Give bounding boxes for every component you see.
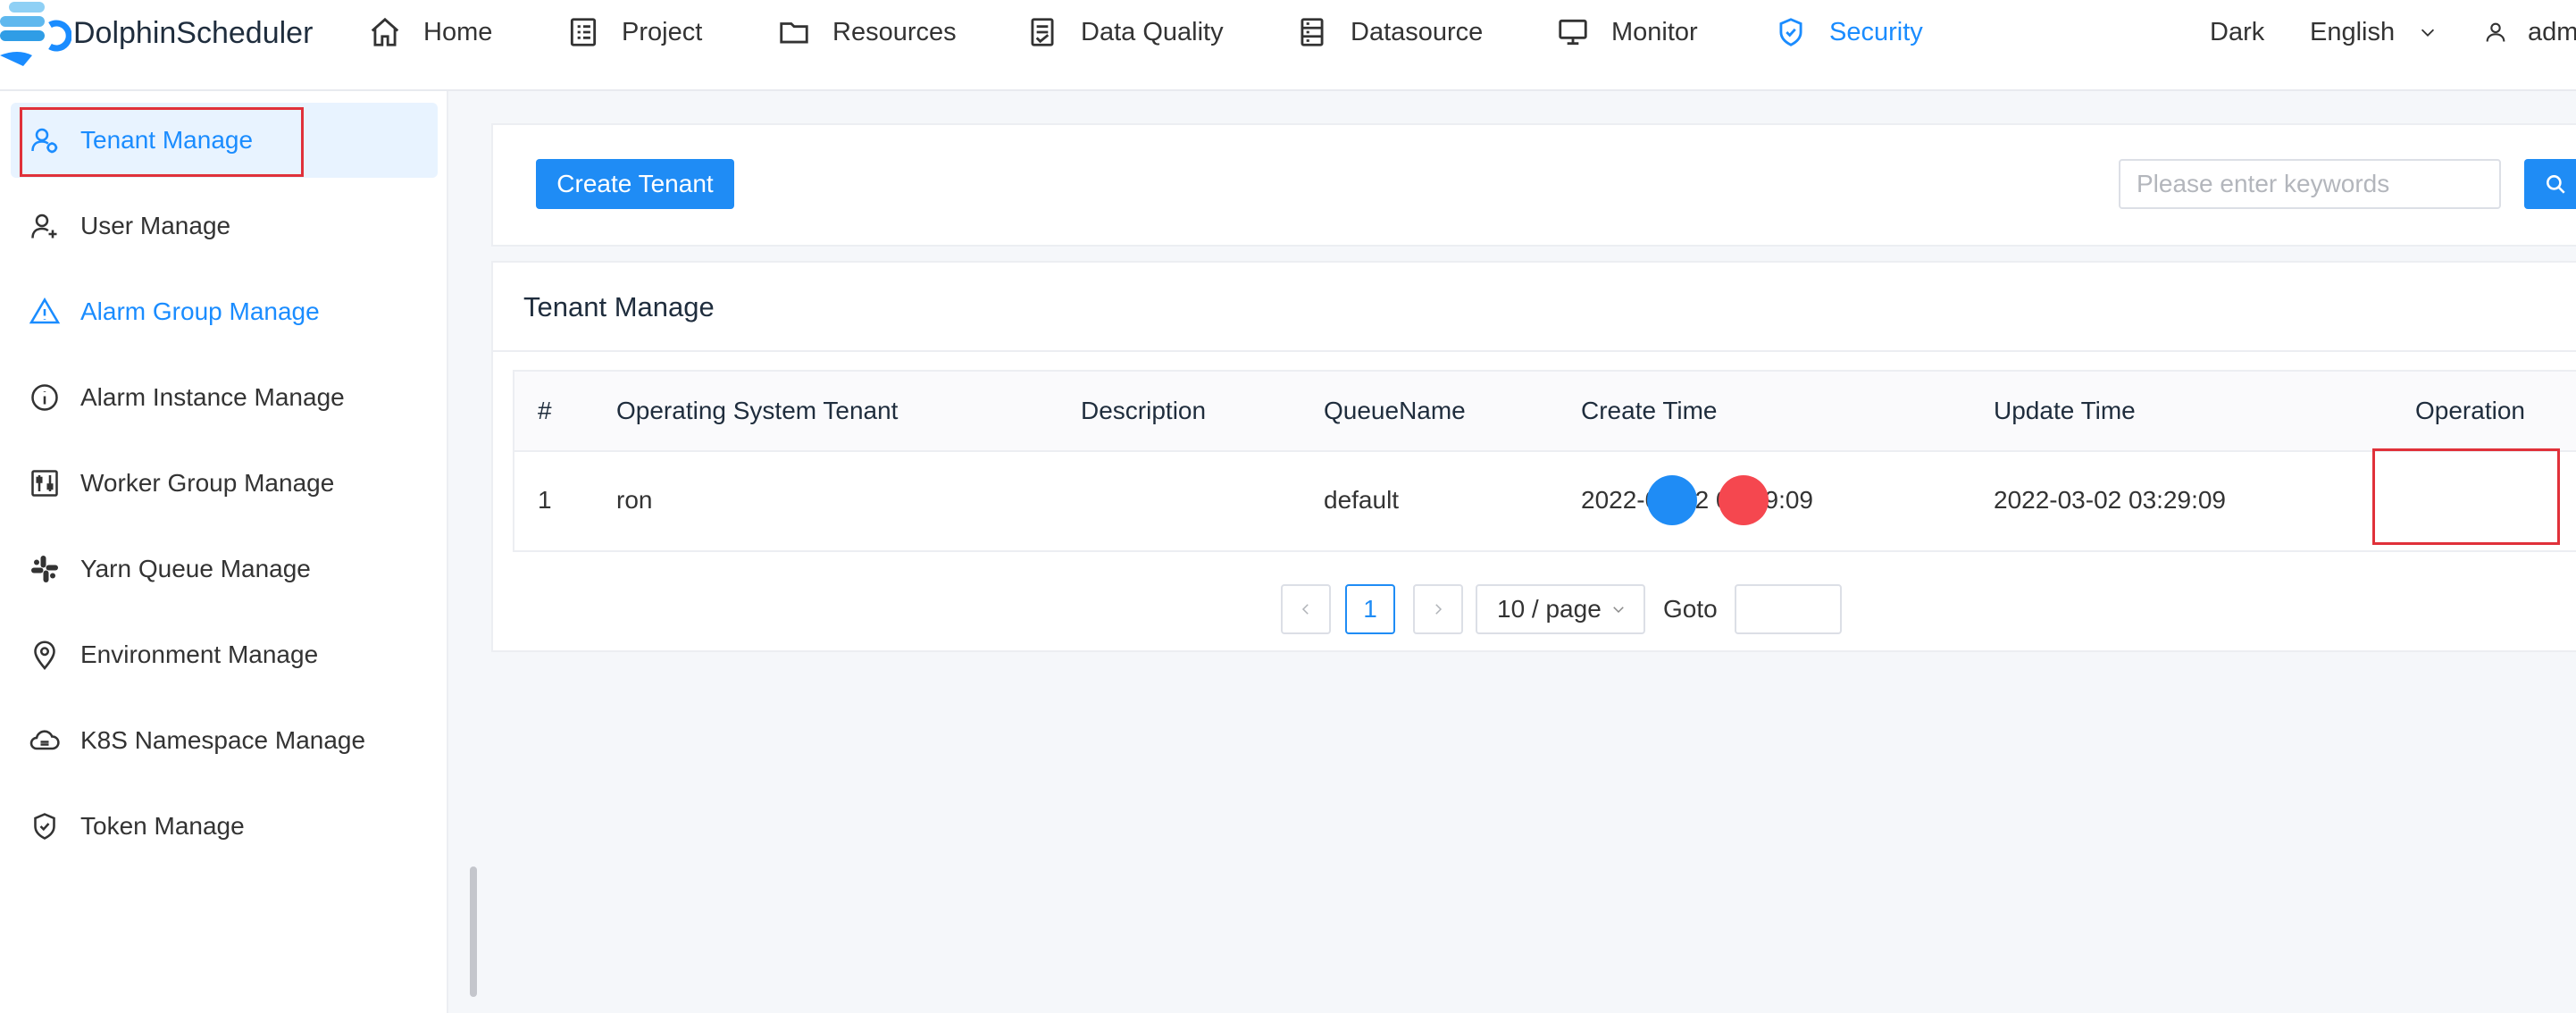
app-logo[interactable]: DolphinScheduler <box>0 0 313 71</box>
sidebar-item-worker-group-manage[interactable]: Worker Group Manage <box>11 446 438 521</box>
cell-index: 1 <box>538 486 552 514</box>
highlight-box-operation <box>2372 448 2560 545</box>
chevron-left-icon <box>1301 604 1309 615</box>
column-header-update-time: Update Time <box>1994 397 2136 424</box>
create-tenant-button[interactable]: Create Tenant <box>536 159 734 209</box>
chevron-down-icon <box>1613 607 1624 614</box>
nav-security[interactable]: Security <box>1774 13 1923 52</box>
cell-tenant: ron <box>616 486 653 514</box>
nav-resources[interactable]: Resources <box>777 13 957 52</box>
sidebar-item-environment-manage[interactable]: Environment Manage <box>11 617 438 692</box>
home-icon <box>371 17 399 46</box>
sidebar-item-label: Yarn Queue Manage <box>80 555 311 582</box>
sidebar-item-label: User Manage <box>80 212 231 239</box>
sidebar-item-token-manage[interactable]: Token Manage <box>11 789 438 864</box>
goto-page-input[interactable] <box>1735 584 1842 634</box>
column-header-tenant: Operating System Tenant <box>616 397 899 424</box>
info-icon <box>31 384 58 411</box>
sidebar-item-k8s-namespace-manage[interactable]: K8S Namespace Manage <box>11 703 438 778</box>
nav-data-quality-label: Data Quality <box>1081 17 1224 46</box>
sidebar-item-yarn-queue-manage[interactable]: Yarn Queue Manage <box>11 532 438 607</box>
folder-icon <box>780 22 808 44</box>
user-menu[interactable]: adm <box>2483 13 2576 52</box>
edit-button[interactable] <box>1647 475 1697 525</box>
page-1-button[interactable]: 1 <box>1345 584 1395 634</box>
shield-icon <box>1779 18 1802 46</box>
theme-label: Dark <box>2210 17 2265 46</box>
toolbar-card: Create Tenant <box>491 123 2576 247</box>
search-icon <box>2547 175 2565 194</box>
page-size-label: 10 / page <box>1497 595 1602 623</box>
user-add-icon <box>31 213 57 239</box>
column-header-operation: Operation <box>2415 397 2525 424</box>
sliders-icon <box>31 470 58 497</box>
sidebar-item-label: Alarm Instance Manage <box>80 383 345 411</box>
nav-data-quality[interactable]: Data Quality <box>1025 13 1224 52</box>
sidebar-item-tenant-manage[interactable]: Tenant Manage <box>11 103 438 178</box>
sidebar-item-label: Token Manage <box>80 812 245 840</box>
data-quality-icon <box>1031 18 1054 46</box>
nav-home-label: Home <box>423 17 493 46</box>
column-header-queue: QueueName <box>1324 397 1466 424</box>
card-title: Tenant Manage <box>523 291 715 322</box>
nav-project-label: Project <box>622 17 703 46</box>
monitor-icon <box>1559 19 1587 46</box>
sidebar-item-label: Alarm Group Manage <box>80 297 320 325</box>
column-header-create-time: Create Time <box>1581 397 1718 424</box>
nav-datasource[interactable]: Datasource <box>1295 13 1483 52</box>
nav-resources-label: Resources <box>832 17 957 46</box>
dolphin-logo-icon <box>0 2 71 66</box>
page-size-select[interactable]: 10 / page <box>1476 584 1645 634</box>
chevron-down-icon <box>2421 29 2435 37</box>
language-select[interactable]: English <box>2310 13 2438 52</box>
prev-page-button[interactable] <box>1281 584 1331 634</box>
tenant-table-card: Tenant Manage # Operating System Tenant … <box>491 261 2576 652</box>
cloud-icon <box>29 730 60 750</box>
location-icon <box>34 640 55 670</box>
user-name: adm <box>2528 17 2576 46</box>
sidebar-item-label: Worker Group Manage <box>80 469 335 497</box>
sidebar: Tenant Manage User Manage Alarm Group Ma… <box>0 91 448 1013</box>
cell-create-time: 2022-03-02 03:29:09 <box>1581 486 1813 514</box>
scrollbar-thumb[interactable] <box>470 866 477 997</box>
tenant-icon <box>31 128 58 154</box>
sidebar-item-alarm-group-manage[interactable]: Alarm Group Manage <box>11 274 438 349</box>
nav-datasource-label: Datasource <box>1351 17 1484 46</box>
sidebar-item-label: Environment Manage <box>80 640 319 668</box>
sidebar-item-user-manage[interactable]: User Manage <box>11 188 438 264</box>
nav-project[interactable]: Project <box>566 13 702 52</box>
app-name: DolphinScheduler <box>73 16 314 50</box>
user-icon <box>2486 22 2505 42</box>
top-navigation-bar: DolphinScheduler Home Project Resources … <box>0 0 2576 91</box>
goto-label: Goto <box>1663 595 1718 623</box>
nav-home[interactable]: Home <box>368 13 492 52</box>
nav-monitor-label: Monitor <box>1611 17 1698 46</box>
next-page-button[interactable] <box>1413 584 1463 634</box>
column-header-index: # <box>538 397 552 424</box>
search-input[interactable] <box>2119 159 2501 209</box>
tenant-table: # Operating System Tenant Description Qu… <box>513 370 2576 552</box>
cell-update-time: 2022-03-02 03:29:09 <box>1994 486 2226 514</box>
project-icon <box>570 18 597 46</box>
delete-button[interactable] <box>1719 475 1769 525</box>
shield-check-icon <box>34 813 55 840</box>
cell-queue: default <box>1324 486 1400 514</box>
sidebar-item-alarm-instance-manage[interactable]: Alarm Instance Manage <box>11 360 438 435</box>
card-divider <box>493 350 2576 352</box>
nav-security-label: Security <box>1829 17 1923 46</box>
slack-icon <box>31 556 58 582</box>
sidebar-item-label: Tenant Manage <box>80 126 254 154</box>
search-button[interactable] <box>2524 159 2576 209</box>
sidebar-item-label: K8S Namespace Manage <box>80 726 366 754</box>
theme-toggle[interactable]: Dark <box>2210 13 2264 52</box>
nav-monitor[interactable]: Monitor <box>1556 13 1698 52</box>
language-label: English <box>2310 17 2396 46</box>
datasource-icon <box>1301 18 1324 46</box>
column-header-description: Description <box>1081 397 1207 424</box>
warning-icon <box>29 297 61 324</box>
chevron-right-icon <box>1435 604 1443 615</box>
